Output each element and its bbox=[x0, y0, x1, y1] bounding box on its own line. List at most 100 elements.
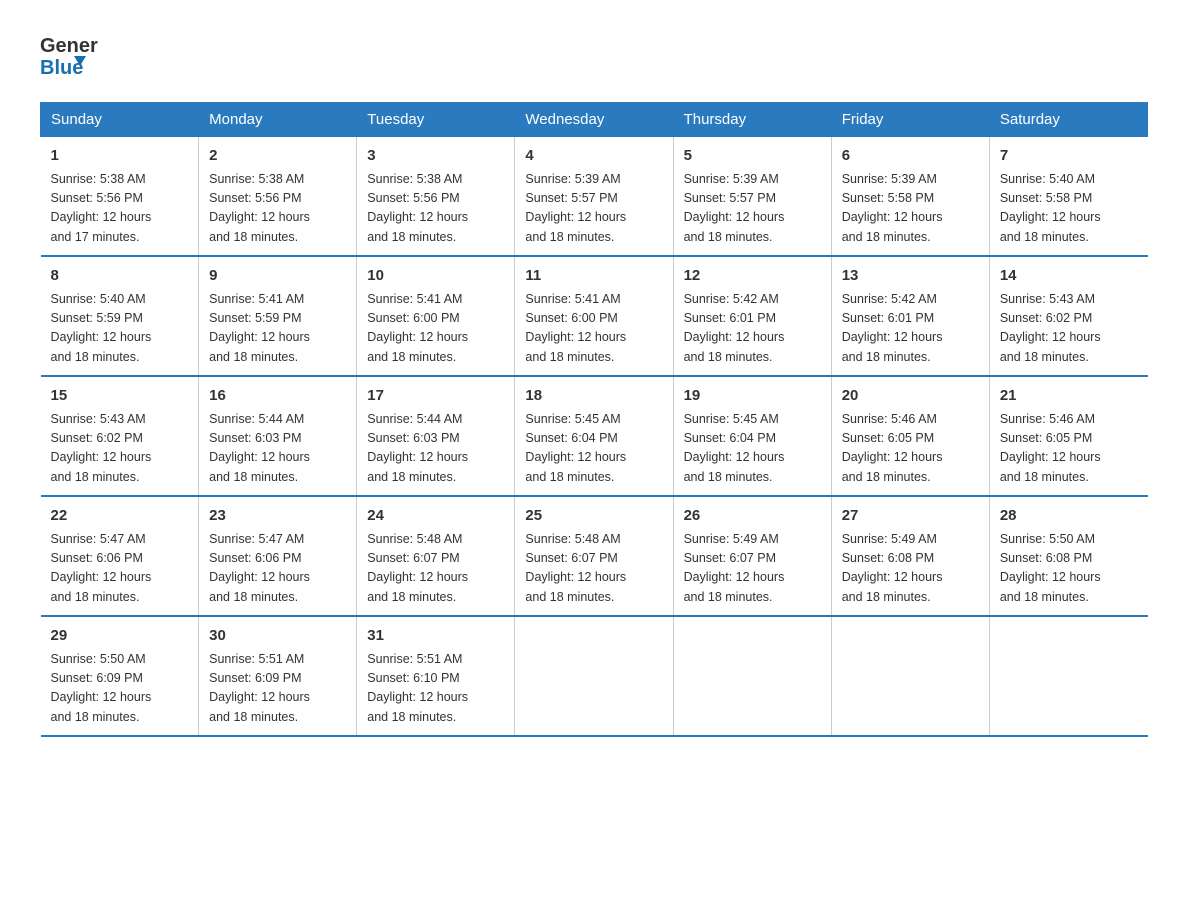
day-number: 15 bbox=[51, 385, 189, 408]
week-row-4: 22Sunrise: 5:47 AM Sunset: 6:06 PM Dayli… bbox=[41, 496, 1148, 616]
day-cell: 11Sunrise: 5:41 AM Sunset: 6:00 PM Dayli… bbox=[515, 256, 673, 376]
calendar-header-row: SundayMondayTuesdayWednesdayThursdayFrid… bbox=[41, 103, 1148, 137]
day-info: Sunrise: 5:39 AM Sunset: 5:58 PM Dayligh… bbox=[842, 170, 979, 248]
day-number: 29 bbox=[51, 625, 189, 648]
week-row-1: 1Sunrise: 5:38 AM Sunset: 5:56 PM Daylig… bbox=[41, 137, 1148, 257]
day-number: 30 bbox=[209, 625, 346, 648]
day-cell: 2Sunrise: 5:38 AM Sunset: 5:56 PM Daylig… bbox=[199, 137, 357, 257]
day-cell: 3Sunrise: 5:38 AM Sunset: 5:56 PM Daylig… bbox=[357, 137, 515, 257]
day-info: Sunrise: 5:44 AM Sunset: 6:03 PM Dayligh… bbox=[209, 410, 346, 488]
day-cell: 23Sunrise: 5:47 AM Sunset: 6:06 PM Dayli… bbox=[199, 496, 357, 616]
day-number: 28 bbox=[1000, 505, 1138, 528]
day-cell: 28Sunrise: 5:50 AM Sunset: 6:08 PM Dayli… bbox=[989, 496, 1147, 616]
day-cell bbox=[989, 616, 1147, 736]
day-cell: 4Sunrise: 5:39 AM Sunset: 5:57 PM Daylig… bbox=[515, 137, 673, 257]
day-cell: 27Sunrise: 5:49 AM Sunset: 6:08 PM Dayli… bbox=[831, 496, 989, 616]
day-cell bbox=[831, 616, 989, 736]
day-info: Sunrise: 5:50 AM Sunset: 6:08 PM Dayligh… bbox=[1000, 530, 1138, 608]
day-info: Sunrise: 5:43 AM Sunset: 6:02 PM Dayligh… bbox=[1000, 290, 1138, 368]
day-number: 13 bbox=[842, 265, 979, 288]
day-number: 11 bbox=[525, 265, 662, 288]
day-info: Sunrise: 5:39 AM Sunset: 5:57 PM Dayligh… bbox=[525, 170, 662, 248]
day-cell: 25Sunrise: 5:48 AM Sunset: 6:07 PM Dayli… bbox=[515, 496, 673, 616]
svg-text:Blue: Blue bbox=[40, 57, 83, 79]
day-info: Sunrise: 5:47 AM Sunset: 6:06 PM Dayligh… bbox=[209, 530, 346, 608]
day-cell: 17Sunrise: 5:44 AM Sunset: 6:03 PM Dayli… bbox=[357, 376, 515, 496]
column-header-thursday: Thursday bbox=[673, 103, 831, 137]
day-number: 3 bbox=[367, 145, 504, 168]
column-header-tuesday: Tuesday bbox=[357, 103, 515, 137]
day-number: 19 bbox=[684, 385, 821, 408]
day-cell bbox=[515, 616, 673, 736]
day-number: 26 bbox=[684, 505, 821, 528]
column-header-monday: Monday bbox=[199, 103, 357, 137]
day-info: Sunrise: 5:38 AM Sunset: 5:56 PM Dayligh… bbox=[209, 170, 346, 248]
logo-svg: General Blue bbox=[40, 30, 98, 82]
day-number: 24 bbox=[367, 505, 504, 528]
day-info: Sunrise: 5:40 AM Sunset: 5:59 PM Dayligh… bbox=[51, 290, 189, 368]
day-info: Sunrise: 5:41 AM Sunset: 6:00 PM Dayligh… bbox=[367, 290, 504, 368]
day-info: Sunrise: 5:47 AM Sunset: 6:06 PM Dayligh… bbox=[51, 530, 189, 608]
day-cell: 6Sunrise: 5:39 AM Sunset: 5:58 PM Daylig… bbox=[831, 137, 989, 257]
day-number: 2 bbox=[209, 145, 346, 168]
day-number: 4 bbox=[525, 145, 662, 168]
day-info: Sunrise: 5:39 AM Sunset: 5:57 PM Dayligh… bbox=[684, 170, 821, 248]
week-row-3: 15Sunrise: 5:43 AM Sunset: 6:02 PM Dayli… bbox=[41, 376, 1148, 496]
day-cell: 9Sunrise: 5:41 AM Sunset: 5:59 PM Daylig… bbox=[199, 256, 357, 376]
day-cell: 13Sunrise: 5:42 AM Sunset: 6:01 PM Dayli… bbox=[831, 256, 989, 376]
day-info: Sunrise: 5:43 AM Sunset: 6:02 PM Dayligh… bbox=[51, 410, 189, 488]
day-number: 6 bbox=[842, 145, 979, 168]
page-header: General Blue bbox=[40, 30, 1148, 82]
day-cell: 20Sunrise: 5:46 AM Sunset: 6:05 PM Dayli… bbox=[831, 376, 989, 496]
day-cell: 30Sunrise: 5:51 AM Sunset: 6:09 PM Dayli… bbox=[199, 616, 357, 736]
day-info: Sunrise: 5:42 AM Sunset: 6:01 PM Dayligh… bbox=[842, 290, 979, 368]
day-number: 22 bbox=[51, 505, 189, 528]
day-cell: 21Sunrise: 5:46 AM Sunset: 6:05 PM Dayli… bbox=[989, 376, 1147, 496]
day-number: 1 bbox=[51, 145, 189, 168]
day-cell: 24Sunrise: 5:48 AM Sunset: 6:07 PM Dayli… bbox=[357, 496, 515, 616]
day-info: Sunrise: 5:41 AM Sunset: 6:00 PM Dayligh… bbox=[525, 290, 662, 368]
day-info: Sunrise: 5:45 AM Sunset: 6:04 PM Dayligh… bbox=[684, 410, 821, 488]
day-cell: 7Sunrise: 5:40 AM Sunset: 5:58 PM Daylig… bbox=[989, 137, 1147, 257]
day-number: 27 bbox=[842, 505, 979, 528]
week-row-5: 29Sunrise: 5:50 AM Sunset: 6:09 PM Dayli… bbox=[41, 616, 1148, 736]
day-cell: 5Sunrise: 5:39 AM Sunset: 5:57 PM Daylig… bbox=[673, 137, 831, 257]
day-cell: 29Sunrise: 5:50 AM Sunset: 6:09 PM Dayli… bbox=[41, 616, 199, 736]
day-number: 12 bbox=[684, 265, 821, 288]
day-cell: 1Sunrise: 5:38 AM Sunset: 5:56 PM Daylig… bbox=[41, 137, 199, 257]
column-header-saturday: Saturday bbox=[989, 103, 1147, 137]
day-cell: 15Sunrise: 5:43 AM Sunset: 6:02 PM Dayli… bbox=[41, 376, 199, 496]
day-number: 8 bbox=[51, 265, 189, 288]
day-number: 31 bbox=[367, 625, 504, 648]
day-number: 14 bbox=[1000, 265, 1138, 288]
day-cell: 22Sunrise: 5:47 AM Sunset: 6:06 PM Dayli… bbox=[41, 496, 199, 616]
day-info: Sunrise: 5:38 AM Sunset: 5:56 PM Dayligh… bbox=[51, 170, 189, 248]
day-info: Sunrise: 5:50 AM Sunset: 6:09 PM Dayligh… bbox=[51, 650, 189, 728]
column-header-sunday: Sunday bbox=[41, 103, 199, 137]
day-info: Sunrise: 5:44 AM Sunset: 6:03 PM Dayligh… bbox=[367, 410, 504, 488]
svg-text:General: General bbox=[40, 35, 98, 57]
day-cell: 14Sunrise: 5:43 AM Sunset: 6:02 PM Dayli… bbox=[989, 256, 1147, 376]
day-cell: 8Sunrise: 5:40 AM Sunset: 5:59 PM Daylig… bbox=[41, 256, 199, 376]
day-number: 5 bbox=[684, 145, 821, 168]
day-cell: 10Sunrise: 5:41 AM Sunset: 6:00 PM Dayli… bbox=[357, 256, 515, 376]
day-number: 21 bbox=[1000, 385, 1138, 408]
day-cell: 18Sunrise: 5:45 AM Sunset: 6:04 PM Dayli… bbox=[515, 376, 673, 496]
day-info: Sunrise: 5:49 AM Sunset: 6:08 PM Dayligh… bbox=[842, 530, 979, 608]
day-info: Sunrise: 5:51 AM Sunset: 6:10 PM Dayligh… bbox=[367, 650, 504, 728]
column-header-friday: Friday bbox=[831, 103, 989, 137]
day-info: Sunrise: 5:45 AM Sunset: 6:04 PM Dayligh… bbox=[525, 410, 662, 488]
day-info: Sunrise: 5:46 AM Sunset: 6:05 PM Dayligh… bbox=[842, 410, 979, 488]
day-info: Sunrise: 5:38 AM Sunset: 5:56 PM Dayligh… bbox=[367, 170, 504, 248]
day-info: Sunrise: 5:40 AM Sunset: 5:58 PM Dayligh… bbox=[1000, 170, 1138, 248]
day-cell: 16Sunrise: 5:44 AM Sunset: 6:03 PM Dayli… bbox=[199, 376, 357, 496]
day-cell: 19Sunrise: 5:45 AM Sunset: 6:04 PM Dayli… bbox=[673, 376, 831, 496]
calendar-table: SundayMondayTuesdayWednesdayThursdayFrid… bbox=[40, 102, 1148, 737]
day-number: 9 bbox=[209, 265, 346, 288]
day-number: 7 bbox=[1000, 145, 1138, 168]
day-info: Sunrise: 5:41 AM Sunset: 5:59 PM Dayligh… bbox=[209, 290, 346, 368]
day-info: Sunrise: 5:48 AM Sunset: 6:07 PM Dayligh… bbox=[367, 530, 504, 608]
day-info: Sunrise: 5:51 AM Sunset: 6:09 PM Dayligh… bbox=[209, 650, 346, 728]
day-info: Sunrise: 5:49 AM Sunset: 6:07 PM Dayligh… bbox=[684, 530, 821, 608]
day-number: 10 bbox=[367, 265, 504, 288]
